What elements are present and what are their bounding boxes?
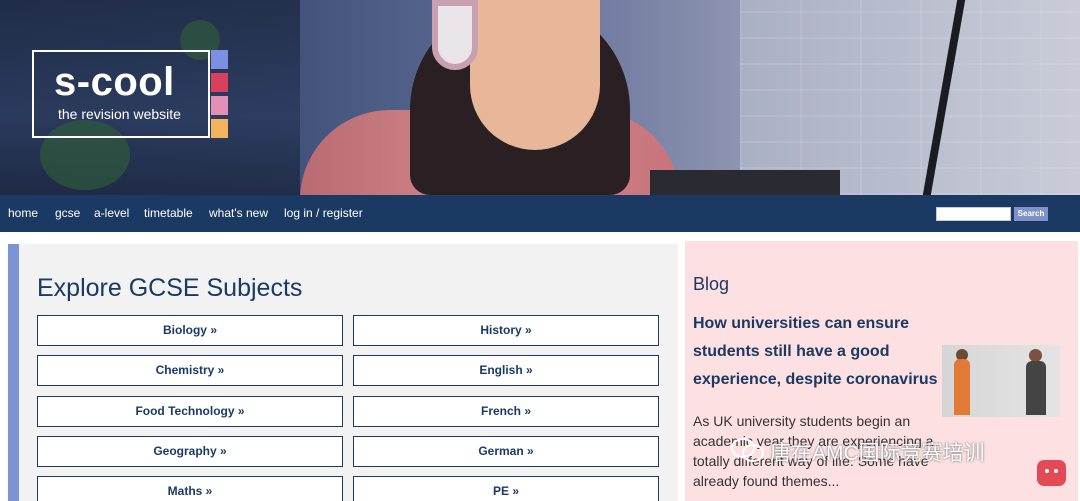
subject-button-pe[interactable]: PE » <box>353 476 659 501</box>
logo-color-bars <box>211 50 228 138</box>
subject-button-biology[interactable]: Biology » <box>37 315 343 346</box>
subject-button-german[interactable]: German » <box>353 436 659 467</box>
nav-gcse[interactable]: gcse <box>55 206 80 220</box>
logo-tagline: the revision website <box>58 106 181 122</box>
headphones-icon <box>432 0 478 70</box>
subject-button-history[interactable]: History » <box>353 315 659 346</box>
logo-bar <box>211 96 228 115</box>
logo-bar <box>211 119 228 138</box>
monitor-decoration <box>650 170 840 195</box>
brick-wall-background <box>740 0 1080 195</box>
figure-body <box>1026 361 1046 415</box>
figure-body <box>954 359 970 415</box>
nav-timetable[interactable]: timetable <box>144 206 193 220</box>
nav-a-level[interactable]: a-level <box>94 206 129 220</box>
subject-button-chemistry[interactable]: Chemistry » <box>37 355 343 386</box>
subject-button-maths[interactable]: Maths » <box>37 476 343 501</box>
logo-bar <box>211 73 228 92</box>
nav-login-register[interactable]: log in / register <box>284 206 363 220</box>
chat-eye <box>1045 469 1049 473</box>
search-input[interactable] <box>936 207 1011 221</box>
chat-eye <box>1054 469 1058 473</box>
blog-headline-link[interactable]: How universities can ensure students sti… <box>693 310 939 394</box>
nav-whats-new[interactable]: what's new <box>209 206 268 220</box>
subject-button-food-technology[interactable]: Food Technology » <box>37 396 343 427</box>
subjects-title: Explore GCSE Subjects <box>37 274 303 302</box>
student-figure-face <box>470 0 600 150</box>
logo-title: s-cool <box>54 60 175 104</box>
panel-accent-bar <box>8 244 19 501</box>
subject-button-french[interactable]: French » <box>353 396 659 427</box>
site-logo[interactable]: s-cool the revision website <box>32 50 210 138</box>
main-navigation: home gcse a-level timetable what's new l… <box>0 195 1080 232</box>
chat-widget-icon[interactable] <box>1037 460 1066 486</box>
blog-thumbnail-image[interactable] <box>942 345 1060 417</box>
logo-bar <box>211 50 228 69</box>
subject-button-geography[interactable]: Geography » <box>37 436 343 467</box>
nav-home[interactable]: home <box>8 206 38 220</box>
search-button[interactable]: Search <box>1014 207 1048 221</box>
subject-button-english[interactable]: English » <box>353 355 659 386</box>
blog-label: Blog <box>693 274 730 294</box>
watermark-text: 唐在AMC国际竞赛培训 <box>770 442 985 465</box>
wechat-icon <box>731 438 764 462</box>
